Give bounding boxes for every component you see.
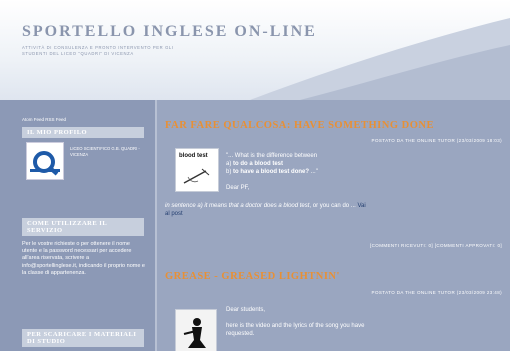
syringe-icon <box>183 168 210 184</box>
post-text-line: requested. <box>226 331 255 337</box>
post-text-bold: to do a blood test <box>233 161 284 167</box>
how-to-use-text: Per le vostre richieste o per ottenere i… <box>22 241 145 276</box>
read-more-link[interactable]: Vai <box>357 203 365 209</box>
thumbnail-label: blood test <box>179 153 208 159</box>
profile-name[interactable]: LICEO SCIENTIFICO G.B. QUADRI - VICENZA <box>70 146 150 157</box>
post-text-line: Dear PF, <box>226 185 250 191</box>
how-to-use-heading: COME UTILIZZARE IL SERVIZIO <box>22 218 144 236</box>
post-text-line: b) to have a blood test done? ..." <box>226 169 318 175</box>
avatar[interactable] <box>26 142 64 180</box>
post-thumbnail[interactable] <box>175 309 217 351</box>
post-text-line: "... What is the difference between <box>226 153 318 159</box>
feed-links[interactable]: Atom Feed RSS Feed <box>22 117 66 122</box>
post-text-line: here is the video and the lyrics of the … <box>226 323 365 329</box>
post-thumbnail[interactable]: blood test <box>175 148 219 192</box>
post-meta: POSTATO DA THE ONLINE TUTOR (23/03/2009 … <box>371 290 502 295</box>
read-more-link-cont[interactable]: al post <box>165 211 183 217</box>
post-text-line: in sentence a) it means that a doctor do… <box>165 203 366 209</box>
comment-counts[interactable]: [COMMENTI RICEVUTI: 0] [COMMENTI APPROVA… <box>370 243 502 248</box>
school-logo-icon <box>30 151 60 176</box>
person-silhouette-icon <box>176 310 216 351</box>
post-title[interactable]: FAR FARE QUALCOSA: HAVE SOMETHING DONE <box>165 120 434 131</box>
site-subtitle: ATTIVITÀ DI CONSULENZA E PRONTO INTERVEN… <box>22 45 174 56</box>
site-title[interactable]: SPORTELLO INGLESE ON-LINE <box>22 23 317 41</box>
post-meta: POSTATO DA THE ONLINE TUTOR (23/03/2009 … <box>371 138 502 143</box>
header: SPORTELLO INGLESE ON-LINE ATTIVITÀ DI CO… <box>0 0 510 100</box>
post-text-bold: to have a blood test done? <box>233 169 310 175</box>
profile-heading: IL MIO PROFILO <box>22 127 144 138</box>
post-text-line: Dear students, <box>226 307 266 313</box>
post-text-line: a) to do a blood test <box>226 161 284 167</box>
page: SPORTELLO INGLESE ON-LINE ATTIVITÀ DI CO… <box>0 0 510 351</box>
post-title[interactable]: GREASE - GREASED LIGHTNIN' <box>165 271 340 282</box>
download-materials-heading: PER SCARICARE I MATERIALI DI STUDIO <box>22 329 144 347</box>
